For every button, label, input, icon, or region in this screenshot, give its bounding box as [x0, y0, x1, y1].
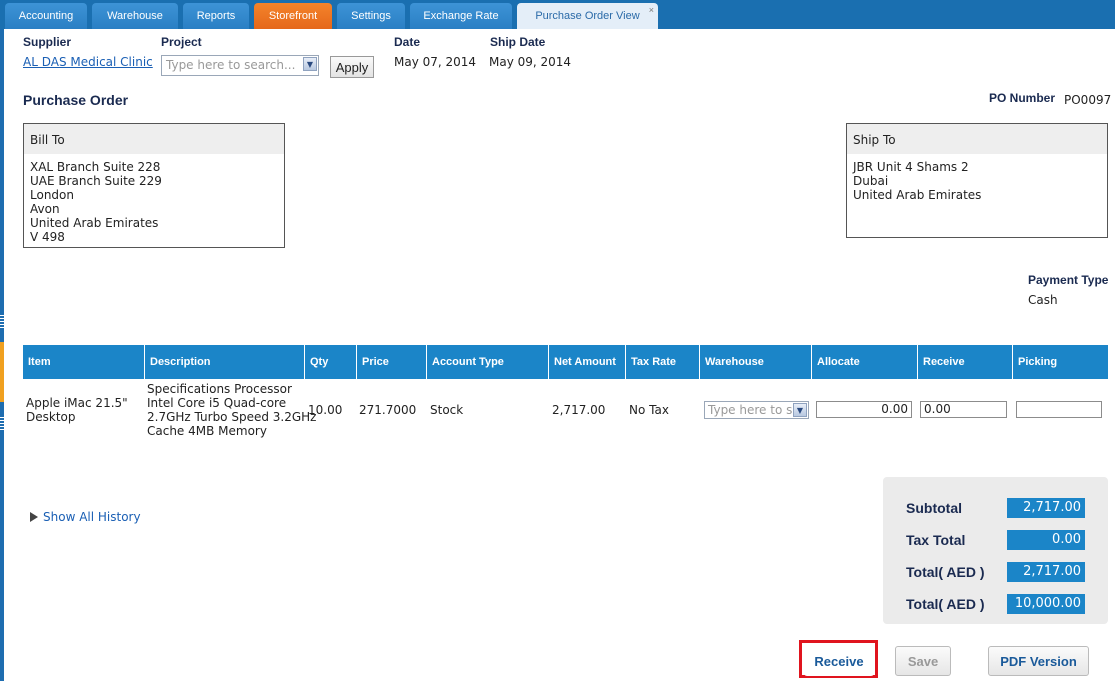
cell-price: 271.7000 [359, 403, 417, 417]
po-number-value: PO0097 [1064, 93, 1112, 107]
ship-to-title: Ship To [847, 124, 1107, 154]
pdf-version-button[interactable]: PDF Version [988, 646, 1089, 676]
table-header: Item Description Qty Price Account Type … [23, 345, 1108, 379]
tab-label: Purchase Order View [535, 10, 640, 22]
cell-description: Specifications Processor Intel Core i5 Q… [147, 382, 317, 438]
expand-triangle-icon [30, 512, 38, 522]
left-collapse-strip [0, 29, 4, 681]
close-icon[interactable]: × [649, 5, 654, 15]
tab-accounting[interactable]: Accounting [5, 3, 87, 29]
col-price: Price [357, 345, 427, 379]
tab-purchase-order-view[interactable]: Purchase Order View × [517, 3, 658, 29]
total-value: 2,717.00 [1007, 562, 1085, 582]
col-item: Item [23, 345, 145, 379]
date-value: May 07, 2014 [394, 55, 477, 69]
tab-exchange-rate[interactable]: Exchange Rate [410, 3, 512, 29]
tax-total-label: Tax Total [906, 532, 966, 548]
ship-date-label: Ship Date [490, 35, 546, 49]
tab-reports[interactable]: Reports [183, 3, 249, 29]
grip-icon [0, 417, 4, 431]
cell-account-type: Stock [430, 403, 464, 417]
bill-to-box: Bill To XAL Branch Suite 228 UAE Branch … [23, 123, 285, 248]
picking-input[interactable] [1016, 401, 1102, 418]
tab-settings[interactable]: Settings [337, 3, 405, 29]
col-warehouse: Warehouse [700, 345, 812, 379]
col-description: Description [145, 345, 305, 379]
ship-date-value: May 09, 2014 [489, 55, 572, 69]
cell-qty: 10.00 [308, 403, 343, 417]
cell-net-amount: 2,717.00 [552, 403, 606, 417]
chevron-down-icon[interactable]: ▼ [793, 403, 807, 417]
project-placeholder: Type here to search... [166, 58, 296, 72]
show-all-history-link[interactable]: Show All History [30, 510, 141, 524]
payment-type-label: Payment Type [1028, 273, 1109, 287]
date-label: Date [394, 35, 421, 49]
total-label: Total( AED ) [906, 564, 985, 580]
bill-to-title: Bill To [24, 124, 284, 154]
page-title: Purchase Order [23, 92, 129, 108]
expand-handle[interactable] [0, 342, 4, 402]
subtotal-label: Subtotal [906, 500, 962, 516]
tax-total-value: 0.00 [1007, 530, 1085, 550]
ship-to-address: JBR Unit 4 Shams 2 Dubai United Arab Emi… [853, 160, 982, 202]
totals-panel: Subtotal 2,717.00 Tax Total 0.00 Total( … [883, 477, 1108, 624]
history-label: Show All History [43, 510, 141, 524]
receive-input[interactable]: 0.00 [920, 401, 1007, 418]
receive-button[interactable]: Receive [804, 646, 874, 676]
col-net-amount: Net Amount [549, 345, 626, 379]
tab-storefront[interactable]: Storefront [254, 3, 332, 29]
cell-item: Apple iMac 21.5" Desktop [26, 396, 128, 424]
tab-warehouse[interactable]: Warehouse [92, 3, 178, 29]
po-number-label: PO Number [989, 91, 1056, 105]
col-allocate: Allocate [812, 345, 918, 379]
total-aed-label: Total( AED ) [906, 596, 985, 612]
project-label: Project [161, 35, 202, 49]
payment-type-value: Cash [1028, 293, 1058, 307]
apply-button[interactable]: Apply [330, 56, 374, 78]
ship-to-box: Ship To JBR Unit 4 Shams 2 Dubai United … [846, 123, 1108, 238]
subtotal-value: 2,717.00 [1007, 498, 1085, 518]
supplier-label: Supplier [23, 35, 72, 49]
col-tax-rate: Tax Rate [626, 345, 700, 379]
chevron-down-icon[interactable]: ▼ [303, 57, 317, 71]
supplier-link[interactable]: AL DAS Medical Clinic [23, 55, 153, 69]
allocate-input[interactable]: 0.00 [816, 401, 912, 418]
bill-to-address: XAL Branch Suite 228 UAE Branch Suite 22… [30, 160, 162, 244]
col-qty: Qty [305, 345, 357, 379]
total-aed-value: 10,000.00 [1007, 594, 1085, 614]
grip-icon [0, 315, 4, 329]
col-picking: Picking [1018, 356, 1058, 368]
cell-tax-rate: No Tax [629, 403, 669, 417]
col-receive: Receive [918, 345, 1013, 379]
warehouse-search-input[interactable]: Type here to sea ▼ [704, 401, 809, 419]
save-button[interactable]: Save [895, 646, 951, 676]
project-search-input[interactable]: Type here to search... ▼ [161, 55, 319, 76]
top-tab-bar: Accounting Warehouse Reports Storefront … [0, 0, 1115, 29]
col-account-type: Account Type [427, 345, 549, 379]
